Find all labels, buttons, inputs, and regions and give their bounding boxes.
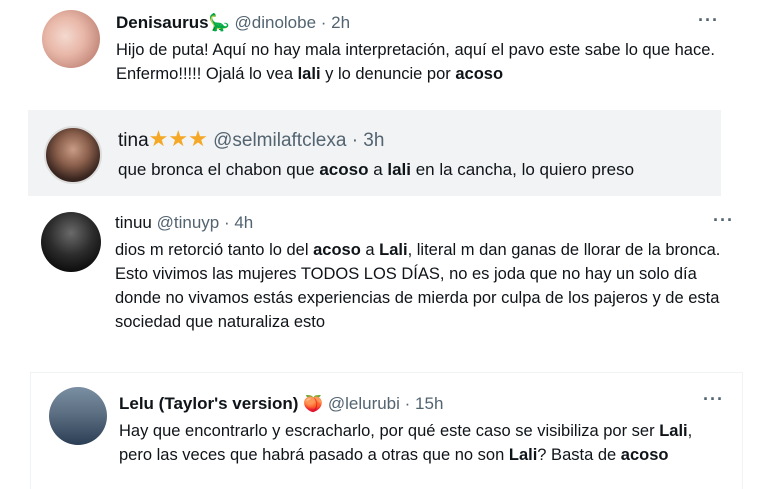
tweet-text: que bronca el chabon que acoso a lali en… — [118, 160, 635, 179]
avatar[interactable] — [41, 212, 101, 272]
timestamp[interactable]: · 2h — [321, 13, 350, 32]
timestamp[interactable]: · 15h — [405, 394, 444, 413]
avatar[interactable] — [42, 10, 100, 68]
three-stars-icon: ★★★ — [148, 126, 208, 151]
display-name[interactable]: tinuu — [115, 213, 152, 232]
peach-icon: 🍑 — [303, 396, 324, 413]
tweet-text: dios m retorció tanto lo del acoso a Lal… — [115, 241, 721, 331]
user-handle[interactable]: @dinolobe — [235, 13, 317, 32]
display-name[interactable]: tina — [118, 130, 149, 151]
tweet-header: tinuu @tinuyp · 4h — [115, 212, 253, 234]
user-handle[interactable]: @tinuyp — [157, 213, 220, 232]
dinosaur-icon: 🦕 — [208, 13, 230, 32]
display-name[interactable]: Denisaurus — [116, 13, 209, 32]
more-options-button[interactable]: ··· — [698, 10, 719, 31]
tweet-header: tina★★★ @selmilaftclexa · 3h — [118, 128, 384, 154]
tweet-header: Denisaurus🦕 @dinolobe · 2h — [116, 12, 350, 34]
timestamp[interactable]: · 3h — [352, 130, 385, 151]
more-options-button[interactable]: ··· — [703, 389, 724, 410]
tweet-tina[interactable]: tina★★★ @selmilaftclexa · 3h que bronca … — [28, 110, 721, 196]
tweet-tinuu[interactable]: tinuu @tinuyp · 4h ··· dios m retorció t… — [27, 206, 747, 346]
tweet-header: Lelu (Taylor's version) 🍑 @lelurubi · 15… — [119, 393, 443, 416]
avatar[interactable] — [49, 387, 107, 445]
timestamp[interactable]: · 4h — [224, 213, 253, 232]
tweet-text: Hay que encontrarlo y escracharlo, por q… — [119, 422, 693, 464]
tweet-denisaurus[interactable]: Denisaurus🦕 @dinolobe · 2h ··· Hijo de p… — [30, 0, 740, 96]
user-handle[interactable]: @selmilaftclexa — [213, 130, 346, 151]
user-handle[interactable]: @lelurubi — [328, 394, 400, 413]
avatar[interactable] — [44, 126, 102, 184]
tweet-lelu[interactable]: Lelu (Taylor's version) 🍑 @lelurubi · 15… — [30, 372, 743, 489]
display-name[interactable]: Lelu (Taylor's version) — [119, 394, 298, 413]
more-options-button[interactable]: ··· — [713, 210, 734, 231]
tweet-text: Hijo de puta! Aquí no hay mala interpret… — [116, 41, 715, 83]
